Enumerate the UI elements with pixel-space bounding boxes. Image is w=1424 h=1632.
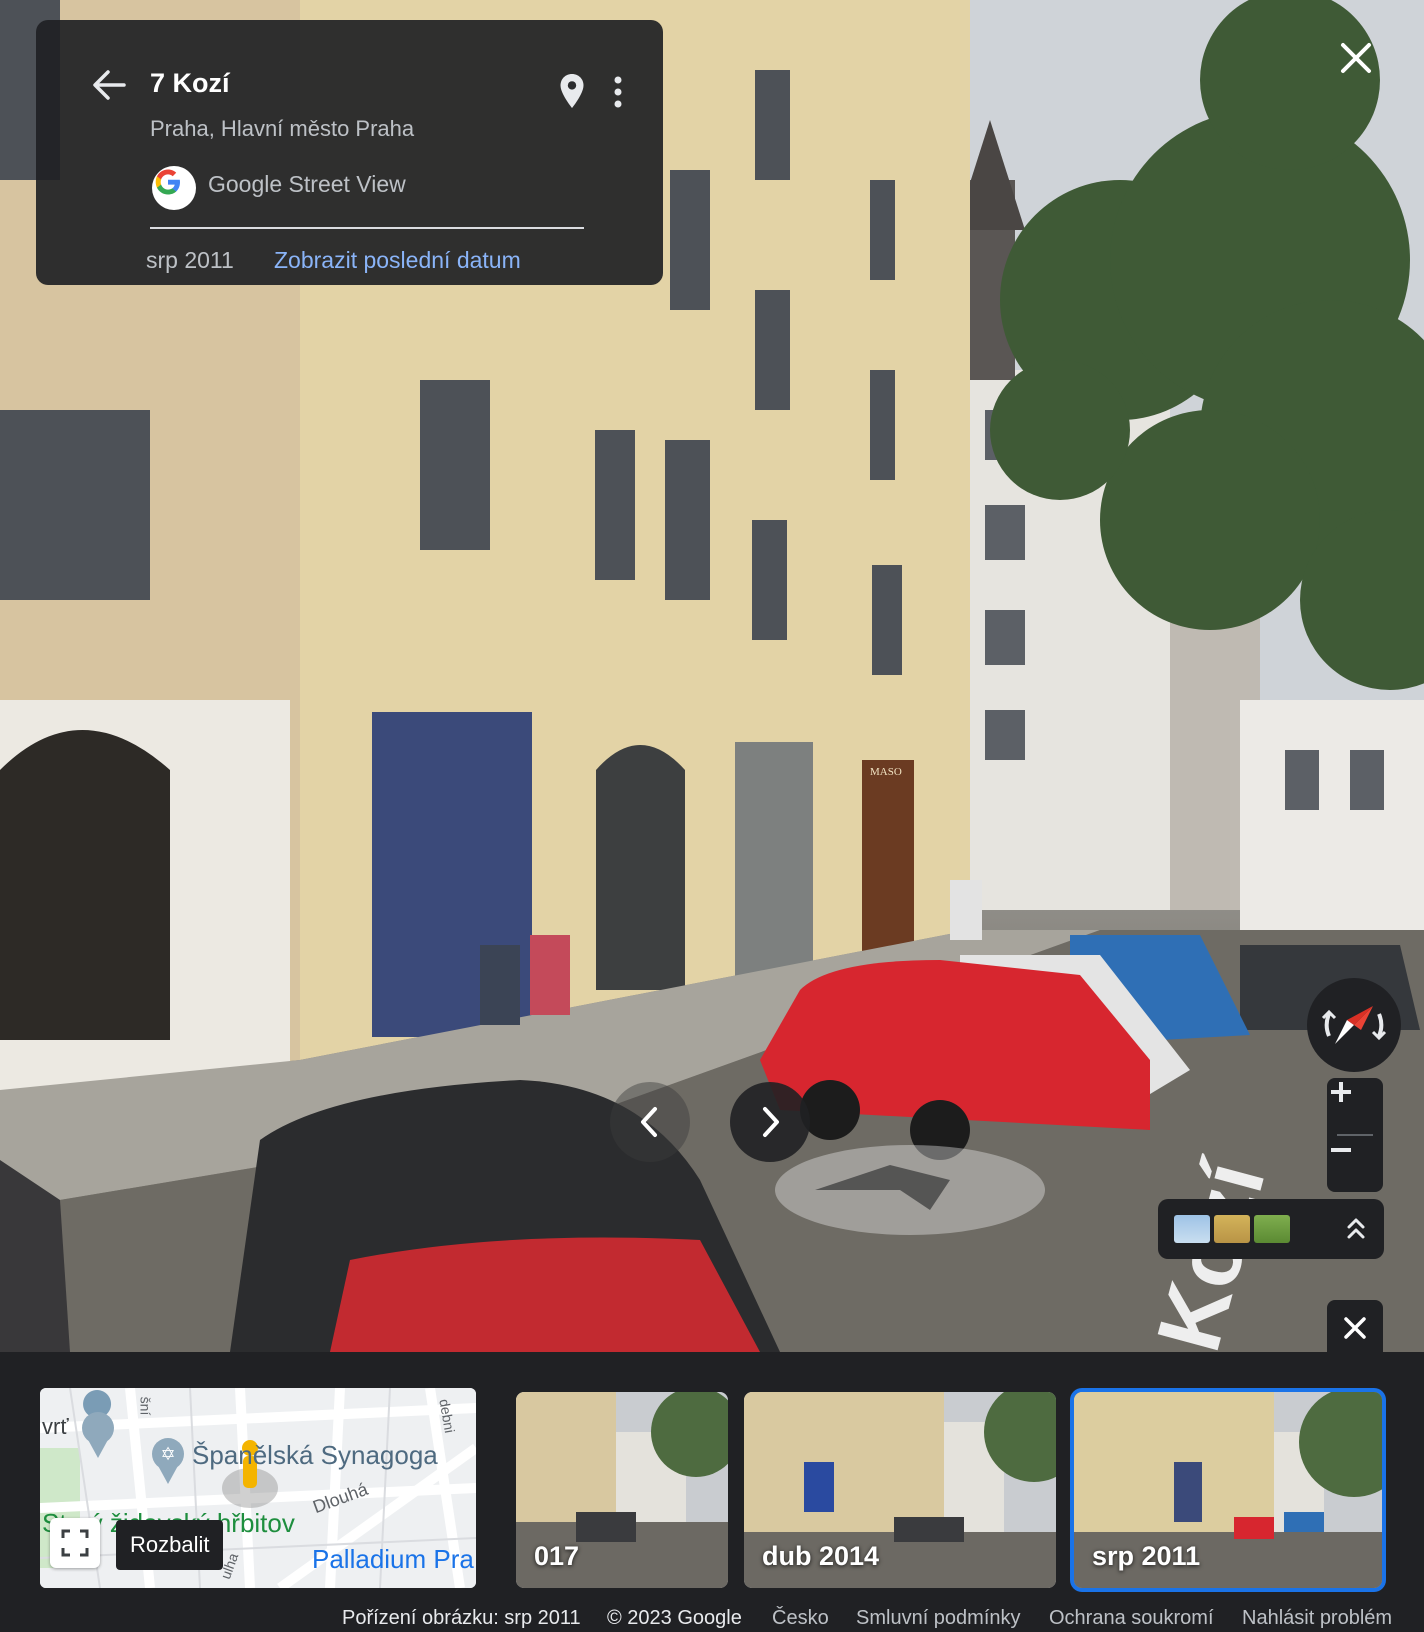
show-on-map-button[interactable] bbox=[556, 70, 588, 114]
close-icon bbox=[1344, 1317, 1366, 1339]
card-divider bbox=[150, 227, 584, 229]
map-pin-icon bbox=[560, 74, 584, 108]
svg-text:✡: ✡ bbox=[160, 1444, 175, 1465]
more-vert-icon bbox=[614, 76, 622, 108]
place-title: 7 Kozí bbox=[150, 68, 230, 98]
copyright: © 2023 Google bbox=[607, 1607, 742, 1629]
country-link[interactable]: Česko bbox=[772, 1607, 829, 1630]
timeline-thumb-1[interactable]: 017 bbox=[516, 1392, 728, 1588]
terms-link[interactable]: Smluvní podmínky bbox=[856, 1607, 1021, 1630]
show-latest-date-link[interactable]: Zobrazit poslední datum bbox=[274, 247, 521, 274]
privacy-link[interactable]: Ochrana soukromí bbox=[1049, 1607, 1214, 1630]
source-label: Google Street View bbox=[208, 171, 406, 197]
report-problem-link[interactable]: Nahlásit problém bbox=[1242, 1607, 1392, 1630]
compass-icon bbox=[1321, 1006, 1387, 1044]
expand-tooltip: Rozbalit bbox=[116, 1520, 224, 1570]
map-label-palladium[interactable]: Palladium Pra bbox=[312, 1544, 474, 1575]
layers-control bbox=[1158, 1199, 1384, 1259]
timeline-thumb-2[interactable]: dub 2014 bbox=[744, 1392, 1056, 1588]
timeline-strip: ✡ vrť šní debni Španělská Synagoga Dlouh… bbox=[0, 1352, 1424, 1632]
thumbnail-date: dub 2014 bbox=[762, 1541, 880, 1571]
thumbnail-date: srp 2011 bbox=[1092, 1541, 1201, 1571]
previous-step-button[interactable] bbox=[610, 1082, 690, 1162]
capture-info: Pořízení obrázku: srp 2011 bbox=[342, 1607, 581, 1629]
shop-sign-text: MASO bbox=[870, 766, 902, 778]
minimap[interactable]: ✡ vrť šní debni Španělská Synagoga Dlouh… bbox=[40, 1388, 476, 1588]
layers-expand-icon bbox=[1347, 1218, 1365, 1239]
layer-thumbnail-grass[interactable] bbox=[1254, 1215, 1290, 1243]
capture-date: srp 2011 bbox=[146, 247, 234, 273]
back-button[interactable] bbox=[88, 64, 130, 106]
expand-icon bbox=[61, 1529, 89, 1557]
close-timeline-button[interactable] bbox=[1327, 1300, 1383, 1352]
back-arrow-icon bbox=[93, 70, 126, 100]
map-label-vrt: vrť bbox=[42, 1414, 69, 1439]
timeline-thumb-3[interactable]: srp 2011 bbox=[1074, 1392, 1382, 1588]
close-icon bbox=[1341, 43, 1371, 73]
footer: Pořízení obrázku: srp 2011 © 2023 Google… bbox=[0, 1605, 1424, 1632]
more-options-button[interactable] bbox=[604, 70, 632, 114]
close-street-view-button[interactable] bbox=[1334, 36, 1378, 80]
chevron-left-icon bbox=[641, 1107, 657, 1137]
location-info-card: 7 Kozí Praha, Hlavní město Praha Google … bbox=[36, 20, 663, 285]
zoom-in-icon bbox=[1331, 1082, 1351, 1102]
layer-thumbnail-field[interactable] bbox=[1214, 1215, 1250, 1243]
chevron-right-icon bbox=[763, 1107, 779, 1137]
layer-thumbnail-sky[interactable] bbox=[1174, 1215, 1210, 1243]
compass-button[interactable] bbox=[1307, 978, 1401, 1072]
street-view-panorama[interactable]: Kozí MASO 7 Kozí Praha, Hlavní město Pra… bbox=[0, 0, 1424, 1352]
expand-map-button[interactable] bbox=[50, 1518, 100, 1568]
map-label-sni: šní bbox=[137, 1396, 154, 1416]
zoom-control bbox=[1327, 1078, 1383, 1192]
map-label-synagogue[interactable]: Španělská Synagoga bbox=[192, 1440, 438, 1471]
expand-layers-button[interactable] bbox=[1338, 1211, 1374, 1247]
next-step-button[interactable] bbox=[730, 1082, 810, 1162]
place-subtitle: Praha, Hlavní město Praha bbox=[150, 116, 415, 141]
google-logo-icon bbox=[152, 166, 196, 210]
thumbnail-date: 017 bbox=[534, 1541, 580, 1571]
zoom-in-button[interactable] bbox=[1327, 1078, 1383, 1134]
zoom-out-icon bbox=[1331, 1148, 1351, 1152]
zoom-out-button[interactable] bbox=[1327, 1136, 1383, 1192]
